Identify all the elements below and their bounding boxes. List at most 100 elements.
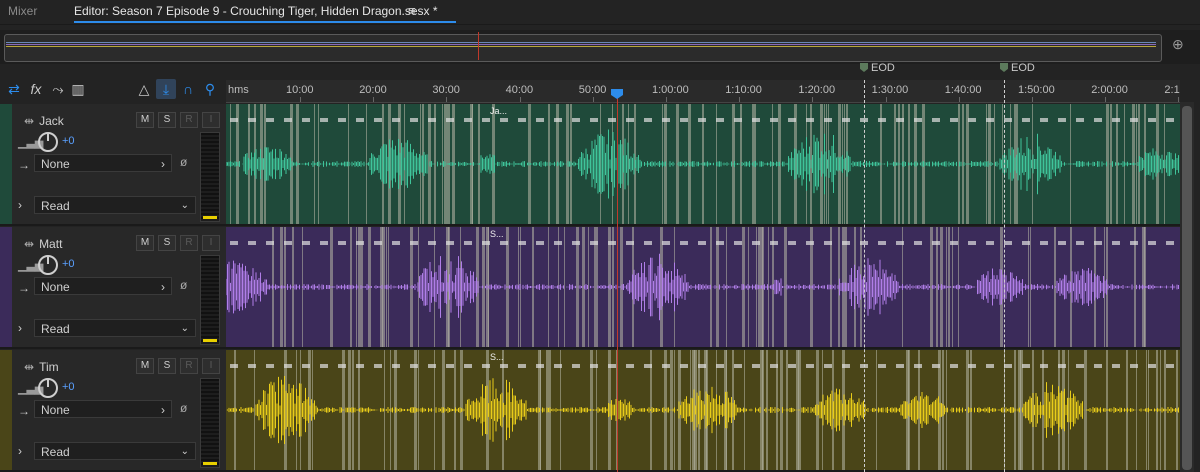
- clip-label[interactable]: S...: [490, 352, 504, 362]
- chevron-down-icon: ⌄: [180, 446, 189, 457]
- ruler-tickmark: [592, 97, 594, 102]
- route-value: None: [41, 157, 70, 171]
- solo-button[interactable]: S: [158, 358, 176, 374]
- fx-icon[interactable]: fx: [26, 79, 46, 99]
- mute-button[interactable]: M: [136, 358, 154, 374]
- chevron-right-icon[interactable]: ›: [18, 444, 22, 458]
- ruler-tick-label: 20:00: [359, 84, 387, 96]
- phase-invert-icon[interactable]: ø: [180, 278, 187, 292]
- ruler-tickmark: [885, 97, 887, 102]
- track-lane[interactable]: S...: [226, 227, 1180, 349]
- output-route-select[interactable]: None ›: [34, 154, 172, 172]
- ruler-tickmark: [373, 97, 375, 102]
- volume-value[interactable]: +0: [62, 135, 75, 147]
- pin-icon[interactable]: ⚲: [200, 79, 220, 99]
- track-lane[interactable]: S...: [226, 350, 1180, 472]
- monitor-input-button[interactable]: I: [202, 112, 220, 128]
- ruler-tickmark: [812, 97, 814, 102]
- track-name[interactable]: Tim: [24, 360, 59, 374]
- loop-record-icon[interactable]: ⤓: [156, 79, 176, 99]
- volume-knob[interactable]: [38, 132, 58, 152]
- waveform: [226, 350, 1179, 470]
- track-toolbar: ⇄ fx ⤳ ▥ △ ⤓ ∩ ⚲: [0, 76, 222, 102]
- track-header[interactable]: Matt M S R I ▁▃▅ +0 → None› ø › Read⌄: [0, 227, 226, 349]
- chevron-right-icon: ›: [161, 403, 165, 417]
- marker-line: [1004, 80, 1005, 472]
- time-ruler[interactable]: hms 10:00 20:00 30:00 40:00 50:00 1:00:00 1:10…: [226, 80, 1180, 103]
- track-lane[interactable]: Ja...: [226, 104, 1180, 226]
- overview-line: [6, 44, 1156, 45]
- panel-menu-icon[interactable]: ≡: [408, 3, 416, 18]
- overview-line: [6, 42, 1156, 43]
- overview-bar[interactable]: [4, 34, 1162, 62]
- marker-eod[interactable]: EOD: [860, 62, 895, 74]
- volume-value[interactable]: +0: [62, 381, 75, 393]
- level-meter: [200, 378, 220, 468]
- ruler-tickmark: [300, 97, 301, 102]
- monitor-input-button[interactable]: I: [202, 358, 220, 374]
- ruler-tick-label: 1:50:00: [1018, 84, 1055, 96]
- metronome-icon[interactable]: △: [134, 79, 154, 99]
- volume-value[interactable]: +0: [62, 258, 75, 270]
- marker-eod[interactable]: EOD: [1000, 62, 1035, 74]
- playhead[interactable]: [617, 90, 618, 472]
- track-name[interactable]: Matt: [24, 237, 62, 251]
- monitor-input-button[interactable]: I: [202, 235, 220, 251]
- waveform: [226, 104, 1179, 224]
- panel-tabs: Mixer Editor: Season 7 Episode 9 - Crouc…: [0, 0, 1200, 25]
- route-value: None: [41, 280, 70, 294]
- ruler-unit: hms: [228, 84, 249, 96]
- arrow-right-icon: →: [18, 158, 30, 172]
- meter-level: [203, 216, 217, 219]
- phase-invert-icon[interactable]: ø: [180, 401, 187, 415]
- record-arm-button[interactable]: R: [180, 358, 198, 374]
- mute-button[interactable]: M: [136, 112, 154, 128]
- ruler-tick-label: 1:00:00: [652, 84, 689, 96]
- eq-bars-icon[interactable]: ▥: [68, 79, 88, 99]
- mute-button[interactable]: M: [136, 235, 154, 251]
- chevron-down-icon: ⌄: [180, 323, 189, 334]
- ruler-tick-label: 10:00: [286, 84, 314, 96]
- solo-button[interactable]: S: [158, 235, 176, 251]
- phase-invert-icon[interactable]: ø: [180, 155, 187, 169]
- level-meter: [200, 132, 220, 222]
- swap-icon[interactable]: ⇄: [4, 79, 24, 99]
- record-arm-button[interactable]: R: [180, 112, 198, 128]
- tab-mixer[interactable]: Mixer: [8, 4, 37, 18]
- ruler-tick-label: 1:30:00: [871, 84, 909, 96]
- volume-knob[interactable]: [38, 378, 58, 398]
- send-icon[interactable]: ⤳: [48, 79, 68, 99]
- automation-mode-select[interactable]: Read ⌄: [34, 196, 196, 214]
- clip-label[interactable]: Ja...: [490, 106, 507, 116]
- output-route-select[interactable]: None ›: [34, 277, 172, 295]
- arrow-right-icon: →: [18, 281, 30, 295]
- tab-editor[interactable]: Editor: Season 7 Episode 9 - Crouching T…: [74, 4, 456, 23]
- zoom-navigator-icon[interactable]: ⊕: [1172, 36, 1192, 56]
- automation-mode-select[interactable]: Read ⌄: [34, 442, 196, 460]
- ruler-tick-label: 1:10:00: [725, 84, 762, 96]
- ruler-tick-label: 30:00: [432, 84, 460, 96]
- overview-playhead: [478, 32, 479, 60]
- automation-value: Read: [41, 445, 70, 459]
- volume-knob[interactable]: [38, 255, 58, 275]
- arrow-right-icon: →: [18, 404, 30, 418]
- chevron-right-icon[interactable]: ›: [18, 198, 22, 212]
- automation-mode-select[interactable]: Read ⌄: [34, 319, 196, 337]
- ruler-tickmark: [446, 97, 448, 102]
- track-header[interactable]: Tim M S R I ▁▃▅ +0 → None› ø › Read⌄: [0, 350, 226, 472]
- record-arm-button[interactable]: R: [180, 235, 198, 251]
- scrollbar-thumb[interactable]: [1182, 106, 1192, 470]
- track-name[interactable]: Jack: [24, 114, 64, 128]
- marker-line: [864, 80, 865, 472]
- chevron-right-icon[interactable]: ›: [18, 321, 22, 335]
- session-overview[interactable]: [0, 30, 1200, 64]
- output-route-select[interactable]: None ›: [34, 400, 172, 418]
- track-color-strip: [0, 104, 12, 224]
- magnet-icon[interactable]: ∩: [178, 79, 198, 99]
- solo-button[interactable]: S: [158, 112, 176, 128]
- clip-label[interactable]: S...: [490, 229, 504, 239]
- meter-level: [203, 339, 217, 342]
- chevron-right-icon: ›: [161, 280, 165, 294]
- track-header[interactable]: Jack M S R I ▁▃▅ +0 → None› ø › Read⌄: [0, 104, 226, 226]
- track-color-strip: [0, 227, 12, 347]
